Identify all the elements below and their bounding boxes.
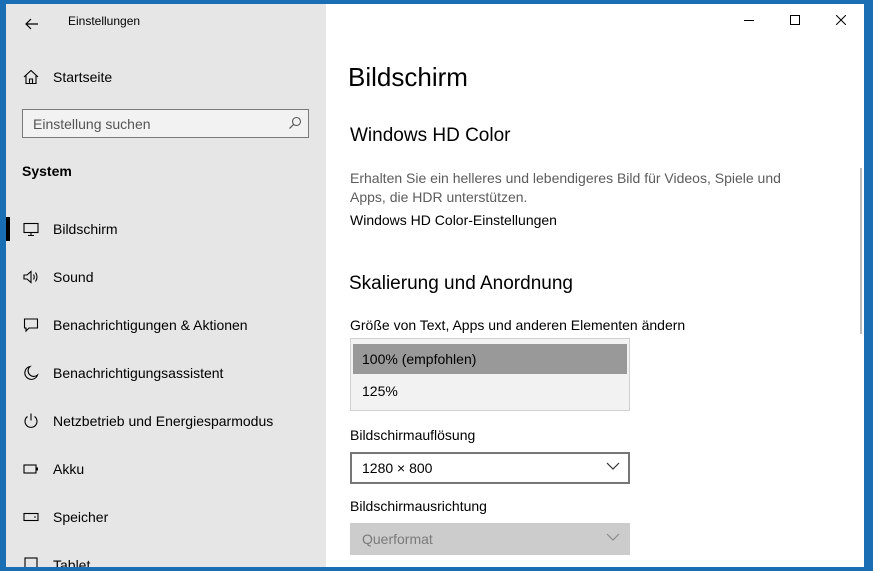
close-icon (836, 15, 846, 25)
maximize-button[interactable] (772, 4, 818, 36)
sidebar-item-label: Benachrichtigungsassistent (53, 365, 224, 381)
sidebar-item-label: Benachrichtigungen & Aktionen (53, 317, 248, 333)
monitor-icon (23, 222, 39, 237)
sidebar-item-display[interactable]: Bildschirm (6, 209, 326, 249)
sidebar-item-sound[interactable]: Sound (6, 257, 326, 297)
storage-icon (23, 512, 39, 522)
scaling-dropdown-list: 100% (empfohlen) 125% (350, 338, 630, 411)
resolution-dropdown[interactable]: 1280 × 800 (350, 452, 630, 484)
speaker-icon (23, 270, 38, 284)
home-icon (23, 69, 39, 85)
back-button[interactable] (18, 10, 46, 38)
scaling-option-label: 125% (362, 383, 398, 399)
search-input[interactable] (23, 110, 283, 137)
scaling-label: Größe von Text, Apps und anderen Element… (350, 317, 686, 333)
sidebar-item-focus-assist[interactable]: Benachrichtigungsassistent (6, 353, 326, 393)
hdr-description: Erhalten Sie ein helleres und lebendiger… (350, 170, 781, 205)
scrollbar[interactable] (860, 168, 862, 334)
sidebar-item-power[interactable]: Netzbetrieb und Energiesparmodus (6, 401, 326, 441)
hdr-settings-link[interactable]: Windows HD Color-Einstellungen (350, 212, 557, 228)
sidebar-item-label: Bildschirm (53, 221, 118, 237)
sidebar: Einstellungen Startseite System Bildschi… (6, 4, 326, 567)
minimize-button[interactable] (726, 4, 772, 36)
sidebar-item-home[interactable]: Startseite (6, 57, 326, 97)
scaling-option[interactable]: 125% (353, 376, 627, 406)
app-title: Einstellungen (68, 14, 141, 28)
sidebar-item-battery[interactable]: Akku (6, 449, 326, 489)
sidebar-item-label: Tablet (53, 557, 91, 567)
hdr-section-title: Windows HD Color (350, 125, 511, 146)
scaling-option-selected[interactable]: 100% (empfohlen) (353, 344, 627, 374)
maximize-icon (790, 15, 800, 25)
sidebar-item-label: Speicher (53, 509, 109, 525)
search-box[interactable] (22, 109, 309, 138)
battery-icon (23, 464, 38, 474)
minimize-icon (744, 20, 754, 21)
sidebar-item-label: Akku (53, 461, 85, 477)
power-icon (24, 413, 38, 428)
back-arrow-icon (25, 18, 38, 30)
orientation-dropdown[interactable]: Querformat (350, 523, 630, 555)
sidebar-item-label: Netzbetrieb und Energiesparmodus (53, 413, 274, 429)
sidebar-item-label: Sound (53, 269, 94, 285)
resolution-value: 1280 × 800 (362, 460, 433, 476)
sidebar-item-label: Startseite (53, 69, 113, 85)
scaling-section-title: Skalierung und Anordnung (349, 273, 573, 294)
orientation-value: Querformat (362, 531, 433, 547)
sidebar-item-storage[interactable]: Speicher (6, 497, 326, 537)
active-indicator (6, 217, 10, 241)
page-title: Bildschirm (348, 62, 468, 92)
tablet-icon (24, 557, 38, 567)
close-button[interactable] (818, 4, 864, 36)
main-content: Bildschirm Windows HD Color Erhalten Sie… (326, 4, 864, 567)
search-icon[interactable] (288, 116, 302, 130)
settings-window: Einstellungen Startseite System Bildschi… (6, 4, 864, 567)
section-header: System (22, 163, 72, 179)
sidebar-item-tablet[interactable]: Tablet (6, 545, 326, 567)
scaling-option-label: 100% (empfohlen) (362, 351, 477, 367)
sidebar-item-notifications[interactable]: Benachrichtigungen & Aktionen (6, 305, 326, 345)
notification-icon (23, 318, 39, 333)
moon-icon (24, 365, 39, 380)
orientation-label: Bildschirmausrichtung (350, 498, 487, 514)
chevron-down-icon (606, 533, 620, 541)
resolution-label: Bildschirmauflösung (350, 427, 476, 443)
chevron-down-icon (606, 462, 620, 470)
